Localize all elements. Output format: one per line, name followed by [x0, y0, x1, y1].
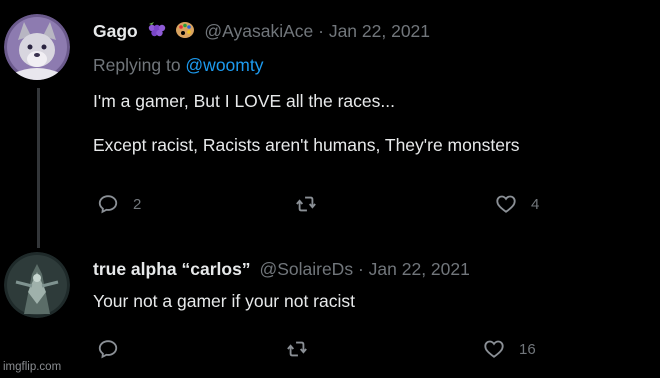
grapes-icon	[146, 21, 168, 44]
tweet-2[interactable]: true alpha “carlos” @SolaireDs · Jan 22,…	[0, 240, 660, 378]
tweet-header: true alpha “carlos” @SolaireDs · Jan 22,…	[93, 258, 470, 280]
replying-to-link[interactable]: @woomty	[185, 55, 263, 75]
retweet-button[interactable]	[295, 193, 331, 215]
replying-to: Replying to @woomty	[93, 55, 263, 76]
display-name[interactable]: true alpha “carlos”	[93, 259, 251, 279]
tweet-1[interactable]: Gago @AyasakiAce · Jan 22, 2021 Replying…	[0, 0, 660, 248]
avatar-carlos[interactable]	[4, 252, 70, 318]
like-button[interactable]: 16	[483, 338, 536, 360]
like-button[interactable]: 4	[495, 193, 539, 215]
separator: ·	[318, 21, 324, 41]
tweet-date[interactable]: Jan 22, 2021	[369, 259, 470, 279]
like-count: 4	[531, 195, 540, 213]
display-name[interactable]: Gago	[93, 21, 138, 41]
reply-button[interactable]: 2	[97, 193, 141, 215]
palette-icon	[175, 21, 195, 44]
retweet-button[interactable]	[286, 338, 322, 360]
like-count: 16	[519, 340, 536, 358]
reply-icon	[98, 195, 118, 214]
separator: ·	[357, 259, 364, 279]
thread-line	[37, 88, 40, 248]
user-handle[interactable]: @AyasakiAce	[204, 21, 313, 41]
retweet-icon	[287, 341, 307, 357]
tweet-header: Gago @AyasakiAce · Jan 22, 2021	[93, 20, 430, 44]
user-handle[interactable]: @SolaireDs	[259, 259, 353, 279]
heart-icon	[496, 195, 516, 213]
replying-to-label: Replying to	[93, 55, 186, 75]
heart-icon	[484, 340, 504, 358]
tweet-text: I'm a gamer, But I LOVE all the races...…	[93, 91, 520, 155]
avatar-gago[interactable]	[4, 14, 70, 80]
wolf-avatar-icon	[4, 14, 70, 80]
reply-button[interactable]	[97, 338, 133, 360]
dark-figure-avatar-icon	[4, 252, 70, 318]
retweet-icon	[296, 196, 316, 212]
reply-icon	[98, 340, 118, 359]
imgflip-watermark: imgflip.com	[3, 361, 62, 373]
tweet-text: Your not a gamer if your not racist	[93, 291, 355, 311]
reply-count: 2	[133, 195, 142, 213]
tweet-date[interactable]: Jan 22, 2021	[329, 21, 430, 41]
